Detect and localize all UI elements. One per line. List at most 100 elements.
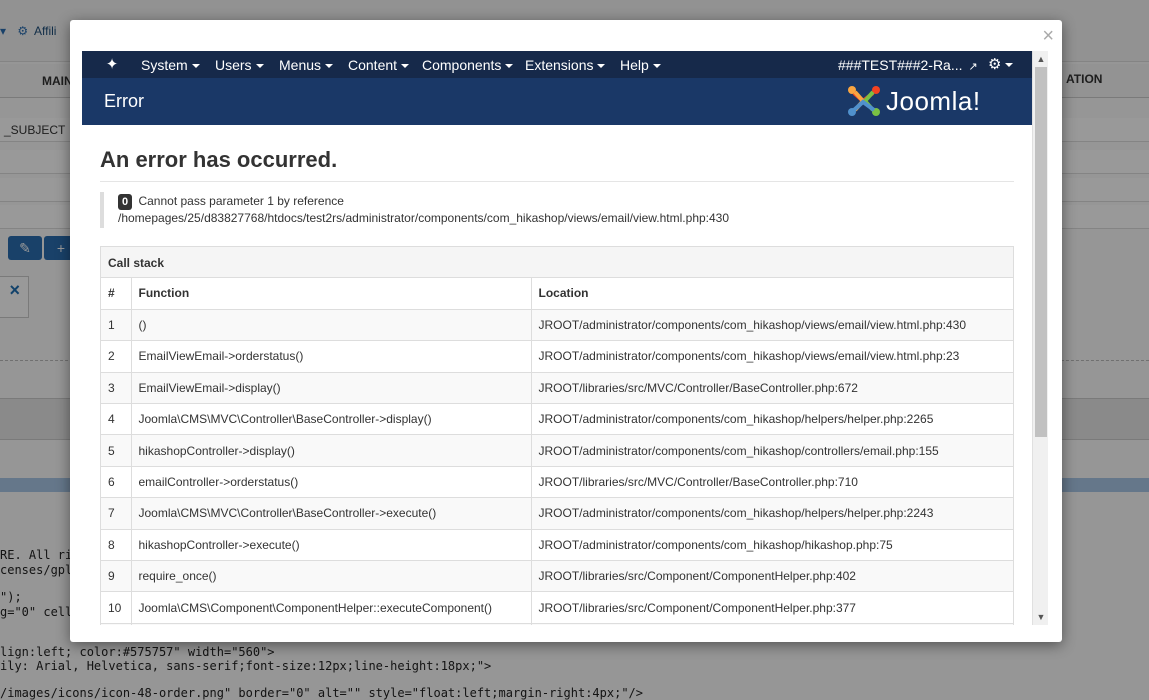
table-row: 11Joomla\CMS\Component\ComponentHelper::… (101, 623, 1013, 625)
error-modal: × ✦ System Users Menus Content Component… (70, 20, 1062, 642)
joomla-logo-mark (848, 86, 880, 116)
cell-number: 3 (101, 372, 132, 405)
vertical-scrollbar[interactable]: ▲ ▼ (1032, 51, 1048, 625)
cell-function: () (131, 309, 532, 342)
site-link[interactable]: ###TEST###2-Ra... ↗ (838, 57, 978, 73)
cell-number: 7 (101, 497, 132, 530)
table-row: 5 hikashopController->display() JROOT/admi… (101, 434, 1013, 467)
caret-down-icon (1005, 63, 1014, 68)
cell-function: Joomla\CMS\MVC\Controller\BaseController… (131, 497, 532, 530)
modal-close-button[interactable]: × (1042, 26, 1054, 46)
cell-function: require_once() (131, 560, 532, 593)
scroll-up-arrow-icon[interactable]: ▲ (1033, 51, 1048, 67)
menu-label: Help (620, 57, 649, 73)
cell-number: 9 (101, 560, 132, 593)
menu-label: Menus (279, 57, 322, 73)
cell-location: JROOT/libraries/src/Application/Administ… (531, 623, 1013, 625)
cell-location: JROOT/libraries/src/MVC/Controller/BaseC… (531, 466, 1013, 499)
caret-down-icon (401, 64, 410, 69)
table-row: 2 EmailViewEmail->orderstatus() JROOT/admi… (101, 340, 1013, 373)
cell-function: Joomla\CMS\Component\ComponentHelper::re… (131, 623, 532, 625)
menu-menus[interactable]: Menus (279, 57, 334, 73)
cell-number: 1 (101, 309, 132, 342)
error-code-badge: 0 (118, 194, 133, 210)
menu-label: Content (348, 57, 398, 73)
error-heading: An error has occurred. (100, 147, 1014, 182)
caret-down-icon (597, 64, 606, 69)
menu-label: Components (422, 57, 502, 73)
cell-location: JROOT/administrator/components/com_hikas… (531, 434, 1013, 467)
scrollbar-thumb[interactable] (1035, 67, 1047, 437)
cell-function: EmailViewEmail->orderstatus() (131, 340, 532, 373)
joomla-brand: Joomla! (886, 86, 981, 116)
call-stack-title: Call stack (101, 247, 1013, 278)
column-header-location: Location (531, 278, 1013, 310)
table-row: 10 Joomla\CMS\Component\ComponentHelper::… (101, 591, 1013, 624)
column-header-number: # (101, 278, 132, 310)
cell-location: JROOT/administrator/components/com_hikas… (531, 497, 1013, 530)
menu-users[interactable]: Users (215, 57, 264, 73)
cell-location: JROOT/administrator/components/com_hikas… (531, 309, 1013, 342)
page-header: Error Joomla! (82, 78, 1032, 125)
table-row: 8 hikashopController->execute() JROOT/admi… (101, 529, 1013, 562)
cell-location: JROOT/administrator/components/com_hikas… (531, 403, 1013, 436)
cell-number: 10 (101, 591, 132, 624)
menu-label: Users (215, 57, 252, 73)
cell-location: JROOT/administrator/components/com_hikas… (531, 529, 1013, 562)
table-row: 1() JROOT/administrator/components/com_hi… (101, 309, 1013, 342)
column-header-function: Function (131, 278, 532, 310)
menu-content[interactable]: Content (348, 57, 410, 73)
modal-iframe: ✦ System Users Menus Content Components … (82, 51, 1048, 625)
caret-down-icon (325, 64, 334, 69)
caret-down-icon (191, 64, 200, 69)
call-stack-rows: 1() JROOT/administrator/components/com_hi… (101, 309, 1013, 625)
cell-function: EmailViewEmail->display() (131, 372, 532, 405)
error-path: /homepages/25/d83827768/htdocs/test2rs/a… (118, 211, 730, 225)
menu-label: System (141, 57, 188, 73)
error-message-block: 0 Cannot pass parameter 1 by reference /… (100, 192, 1014, 228)
menu-help[interactable]: Help (620, 57, 661, 73)
admin-navbar: ✦ System Users Menus Content Components … (82, 51, 1032, 78)
table-row: 3 EmailViewEmail->display() JROOT/librarie… (101, 372, 1013, 405)
scroll-down-arrow-icon[interactable]: ▼ (1033, 609, 1048, 625)
cell-function: Joomla\CMS\Component\ComponentHelper::ex… (131, 591, 532, 624)
caret-down-icon (505, 64, 514, 69)
cell-location: JROOT/libraries/src/MVC/Controller/BaseC… (531, 372, 1013, 405)
frame-content: ✦ System Users Menus Content Components … (82, 51, 1032, 625)
cell-function: hikashopController->execute() (131, 529, 532, 562)
menu-label: Extensions (525, 57, 594, 73)
cell-function: emailController->orderstatus() (131, 466, 532, 499)
menu-system[interactable]: System (141, 57, 200, 73)
table-header-row: # Function Location (101, 278, 1013, 310)
call-stack-table: # Function Location 1() JROOT/administrat… (101, 278, 1013, 625)
caret-down-icon (652, 64, 661, 69)
settings-menu[interactable]: ⚙ (988, 55, 1014, 73)
call-stack-panel: Call stack # Function Location 1() JROOT/… (100, 246, 1014, 625)
cell-function: hikashopController->display() (131, 434, 532, 467)
joomla-logo: Joomla! (846, 84, 1016, 118)
external-link-icon: ↗ (968, 61, 978, 73)
caret-down-icon (255, 64, 264, 69)
page-title: Error (104, 91, 144, 111)
menu-extensions[interactable]: Extensions (525, 57, 606, 73)
cell-number: 8 (101, 529, 132, 562)
cell-function: Joomla\CMS\MVC\Controller\BaseController… (131, 403, 532, 436)
table-row: 9 require_once() JROOT/libraries/src/Compo… (101, 560, 1013, 593)
cell-location: JROOT/libraries/src/Component/ComponentH… (531, 560, 1013, 593)
error-body: An error has occurred. 0 Cannot pass par… (82, 125, 1032, 625)
cell-location: JROOT/administrator/components/com_hikas… (531, 340, 1013, 373)
cell-number: 6 (101, 466, 132, 499)
site-name: ###TEST###2-Ra... (838, 57, 963, 73)
error-message: Cannot pass parameter 1 by reference (138, 194, 344, 208)
table-row: 7 Joomla\CMS\MVC\Controller\BaseControlle… (101, 497, 1013, 530)
cell-number: 2 (101, 340, 132, 373)
cell-number: 5 (101, 434, 132, 467)
cell-location: JROOT/libraries/src/Component/ComponentH… (531, 591, 1013, 624)
gear-icon: ⚙ (988, 56, 1002, 73)
cell-number: 11 (101, 623, 132, 625)
menu-components[interactable]: Components (422, 57, 514, 73)
cell-number: 4 (101, 403, 132, 436)
joomla-icon[interactable]: ✦ (102, 55, 122, 75)
table-row: 4 Joomla\CMS\MVC\Controller\BaseControlle… (101, 403, 1013, 436)
table-row: 6 emailController->orderstatus() JROOT/lib… (101, 466, 1013, 499)
